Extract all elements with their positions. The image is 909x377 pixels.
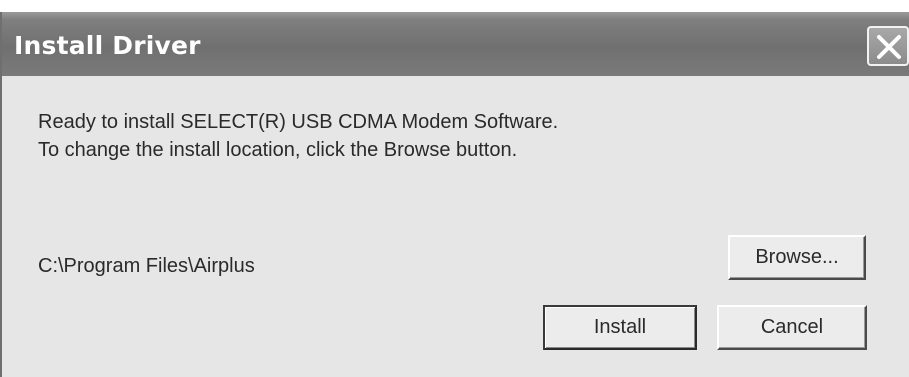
install-button[interactable]: Install bbox=[543, 305, 697, 350]
browse-button[interactable]: Browse... bbox=[728, 235, 866, 280]
message-line-1: Ready to install SELECT(R) USB CDMA Mode… bbox=[38, 111, 559, 133]
install-driver-dialog: Install Driver Ready to install SELECT(R… bbox=[0, 12, 909, 377]
close-icon bbox=[877, 35, 901, 59]
title-bar[interactable]: Install Driver bbox=[2, 12, 909, 76]
instruction-message: Ready to install SELECT(R) USB CDMA Mode… bbox=[38, 108, 558, 164]
window-title: Install Driver bbox=[14, 31, 201, 60]
close-button[interactable] bbox=[867, 26, 909, 66]
install-location-path: C:\Program Files\Airplus bbox=[38, 255, 255, 277]
cancel-button[interactable]: Cancel bbox=[717, 305, 867, 350]
message-line-2: To change the install location, click th… bbox=[38, 139, 518, 161]
